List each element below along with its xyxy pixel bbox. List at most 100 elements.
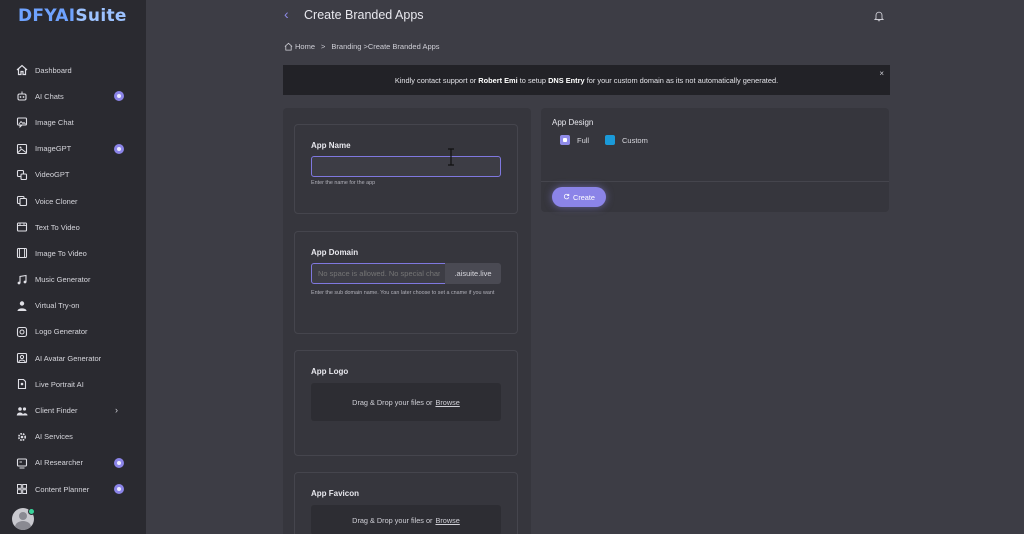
app-domain-input[interactable] xyxy=(311,263,447,284)
breadcrumb-home[interactable]: Home xyxy=(284,42,315,51)
browse-link[interactable]: Browse xyxy=(435,398,459,407)
person-icon xyxy=(16,300,28,312)
music-icon xyxy=(16,274,28,286)
sidebar-item-ai-services[interactable]: AI Services xyxy=(0,424,146,450)
sidebar-item-virtual-try-on[interactable]: Virtual Try-on xyxy=(0,293,146,319)
sidebar-nav: Dashboard AI Chats Image Chat ImageGPT V… xyxy=(0,57,146,502)
app-name-label: App Name xyxy=(311,141,351,150)
app-domain-label: App Domain xyxy=(311,248,359,257)
dns-entry-label: DNS Entry xyxy=(548,75,585,85)
dropzone-text: Drag & Drop your files or xyxy=(352,515,433,525)
sidebar-item-image-chat[interactable]: Image Chat xyxy=(0,109,146,135)
divider xyxy=(541,181,889,182)
portrait-icon xyxy=(16,378,28,390)
app-design-title: App Design xyxy=(552,118,594,127)
sidebar-item-content-planner[interactable]: Content Planner xyxy=(0,476,146,502)
new-badge-icon xyxy=(114,457,124,468)
users-icon xyxy=(16,405,28,417)
create-button[interactable]: Create xyxy=(552,187,606,207)
grid-icon xyxy=(16,483,28,495)
bell-icon[interactable] xyxy=(873,9,885,22)
design-option-label: Custom xyxy=(622,135,648,145)
sidebar-item-label: Image Chat xyxy=(35,117,74,127)
page-title: Create Branded Apps xyxy=(304,8,424,22)
robot-icon xyxy=(16,90,28,102)
design-option-custom[interactable]: Custom xyxy=(605,135,648,145)
app-domain-helper: Enter the sub domain name. You can later… xyxy=(311,290,495,296)
sidebar-item-label: Live Portrait AI xyxy=(35,379,84,389)
breadcrumb-branding[interactable]: Branding xyxy=(331,42,361,51)
design-option-full[interactable]: Full xyxy=(560,135,589,145)
breadcrumb-home-label: Home xyxy=(295,42,316,51)
back-arrow-icon[interactable]: ‹ xyxy=(284,6,289,22)
design-option-label: Full xyxy=(577,135,590,145)
online-status-icon xyxy=(28,508,35,515)
app-name-card: App Name Enter the name for the app xyxy=(294,124,518,214)
logo-primary: DFYAI xyxy=(18,6,76,26)
video-icon xyxy=(16,169,28,181)
refresh-icon xyxy=(563,193,570,202)
app-logo[interactable]: DFYAISuite xyxy=(18,6,127,26)
sidebar-item-label: Content Planner xyxy=(35,484,90,494)
sidebar-item-label: ImageGPT xyxy=(35,144,72,154)
dropzone-text: Drag & Drop your files or xyxy=(352,397,433,407)
create-button-label: Create xyxy=(573,192,595,202)
app-favicon-label: App Favicon xyxy=(311,489,360,498)
sidebar-item-dashboard[interactable]: Dashboard xyxy=(0,57,146,83)
sidebar-item-label: Text To Video xyxy=(35,222,80,232)
film-icon xyxy=(16,221,28,233)
new-badge-icon xyxy=(114,484,124,494)
app-name-helper: Enter the name for the app xyxy=(311,180,376,186)
app-logo-card: App Logo Drag & Drop your files or Brows… xyxy=(294,350,518,456)
sidebar-item-logo-generator[interactable]: Logo Generator xyxy=(0,319,146,345)
avatar-icon xyxy=(16,352,28,364)
sidebar-item-label: VideoGPT xyxy=(35,170,70,180)
new-badge-icon xyxy=(114,91,124,102)
dns-notice-banner: Kindly contact support or Robert Emi to … xyxy=(283,65,890,95)
sidebar-item-voice-cloner[interactable]: Voice Cloner xyxy=(0,188,146,214)
sidebar-item-label: Client Finder xyxy=(35,406,78,416)
custom-checkbox-icon xyxy=(605,135,615,145)
gear-icon xyxy=(16,431,28,443)
app-logo-dropzone[interactable]: Drag & Drop your files or Browse xyxy=(311,383,501,421)
image-chat-icon xyxy=(16,116,28,129)
sidebar-item-label: Dashboard xyxy=(35,65,72,75)
sidebar-item-client-finder[interactable]: Client Finder › xyxy=(0,397,146,423)
sidebar-item-label: AI Avatar Generator xyxy=(35,353,102,363)
app-domain-card: App Domain .aisuite.live Enter the sub d… xyxy=(294,231,518,334)
sidebar-item-label: AI Chats xyxy=(35,91,64,101)
support-contact-name: Robert Emi xyxy=(478,75,518,85)
sidebar: DFYAISuite Dashboard AI Chats Image Chat… xyxy=(0,0,146,534)
logo-secondary: Suite xyxy=(75,6,127,26)
app-name-input[interactable] xyxy=(311,156,501,177)
home-icon xyxy=(284,42,293,51)
breadcrumb-current: >Create Branded Apps xyxy=(363,42,440,51)
home-icon xyxy=(16,64,28,76)
sidebar-item-ai-researcher[interactable]: AI Researcher xyxy=(0,450,146,476)
sidebar-item-ai-avatar-generator[interactable]: AI Avatar Generator xyxy=(0,345,146,371)
sidebar-item-imagegpt[interactable]: ImageGPT xyxy=(0,136,146,162)
sidebar-item-ai-chats[interactable]: AI Chats xyxy=(0,83,146,109)
new-badge-icon xyxy=(114,143,124,154)
full-checkbox-icon xyxy=(560,135,570,145)
sidebar-item-label: AI Researcher xyxy=(35,458,83,468)
browse-link[interactable]: Browse xyxy=(435,516,459,525)
app-favicon-dropzone[interactable]: Drag & Drop your files or Browse xyxy=(311,505,501,534)
image-icon xyxy=(16,143,28,155)
sidebar-item-videogpt[interactable]: VideoGPT xyxy=(0,162,146,188)
sidebar-item-music-generator[interactable]: Music Generator xyxy=(0,267,146,293)
app-logo-label: App Logo xyxy=(311,367,349,376)
film-strip-icon xyxy=(16,247,28,259)
close-icon[interactable]: × xyxy=(879,69,884,78)
breadcrumb-separator: > xyxy=(321,42,326,51)
sidebar-item-live-portrait-ai[interactable]: Live Portrait AI xyxy=(0,371,146,397)
domain-suffix: .aisuite.live xyxy=(445,263,501,284)
breadcrumb: Home > Branding >Create Branded Apps xyxy=(284,42,440,51)
sidebar-item-image-to-video[interactable]: Image To Video xyxy=(0,240,146,266)
app-favicon-card: App Favicon Drag & Drop your files or Br… xyxy=(294,472,518,534)
sidebar-item-label: Image To Video xyxy=(35,248,87,258)
sidebar-item-label: Virtual Try-on xyxy=(35,301,80,311)
sidebar-item-label: AI Services xyxy=(35,432,73,442)
sidebar-item-text-to-video[interactable]: Text To Video xyxy=(0,214,146,240)
sidebar-item-label: Music Generator xyxy=(35,275,91,285)
